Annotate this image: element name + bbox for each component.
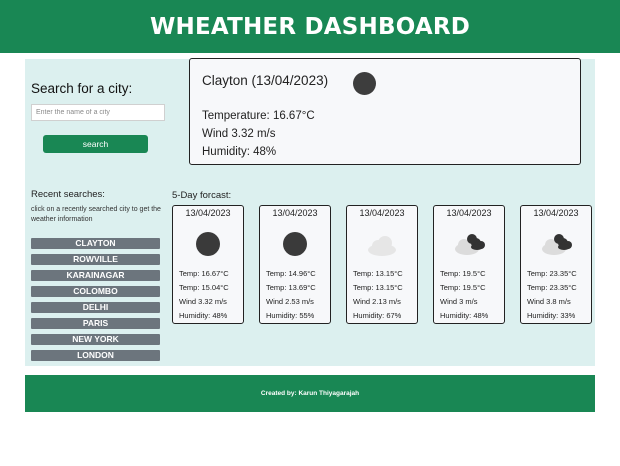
search-title: Search for a city: bbox=[31, 81, 133, 96]
forecast-temp-2: Temp: 15.04°C bbox=[179, 283, 229, 292]
dark-circle-icon bbox=[196, 232, 220, 256]
recent-searches-title: Recent searches: bbox=[31, 189, 105, 200]
forecast-card: 13/04/2023 Temp: 23.35°C Temp: 23.35°C W… bbox=[520, 205, 592, 324]
footer-credit: Created by: Karun Thiyagarajah bbox=[260, 390, 360, 397]
forecast-card: 13/04/2023 Temp: 16.67°C Temp: 15.04°C W… bbox=[172, 205, 244, 324]
current-humidity: Humidity: 48% bbox=[202, 146, 277, 158]
forecast-wind: Wind 3 m/s bbox=[440, 297, 478, 306]
recent-searches-hint: click on a recently searched city to get… bbox=[31, 206, 161, 221]
app-header: WHEATHER DASHBOARD bbox=[0, 0, 620, 53]
dark-circle-icon bbox=[283, 232, 307, 256]
search-button[interactable]: search bbox=[43, 135, 148, 153]
recent-city-button[interactable]: ROWVILLE bbox=[31, 254, 160, 265]
broken-clouds-icon bbox=[455, 234, 485, 255]
current-wind: Wind 3.32 m/s bbox=[202, 128, 276, 140]
recent-city-button[interactable]: PARIS bbox=[31, 318, 160, 329]
current-weather-card: Clayton (13/04/2023) Temperature: 16.67°… bbox=[189, 58, 581, 165]
forecast-temp: Temp: 14.96°C bbox=[266, 269, 316, 278]
dark-circle-icon bbox=[353, 72, 376, 95]
footer: Created by: Karun Thiyagarajah bbox=[25, 375, 595, 412]
forecast-date: 13/04/2023 bbox=[272, 208, 318, 218]
forecast-temp: Temp: 13.15°C bbox=[353, 269, 403, 278]
light-cloud-icon bbox=[368, 236, 396, 256]
search-panel: Search for a city: search bbox=[31, 81, 166, 153]
forecast-date: 13/04/2023 bbox=[185, 208, 231, 218]
forecast-humidity: Humidity: 67% bbox=[353, 311, 402, 320]
recent-searches: Recent searches: click on a recently sea… bbox=[31, 189, 161, 361]
current-temperature: Temperature: 16.67°C bbox=[202, 110, 315, 122]
page-title: WHEATHER DASHBOARD bbox=[149, 13, 471, 40]
forecast-date: 13/04/2023 bbox=[446, 208, 492, 218]
forecast-wind: Wind 3.8 m/s bbox=[527, 297, 571, 306]
current-city-title: Clayton (13/04/2023) bbox=[202, 73, 329, 88]
forecast-temp-2: Temp: 13.69°C bbox=[266, 283, 316, 292]
broken-clouds-icon bbox=[542, 234, 572, 255]
recent-city-button[interactable]: LONDON bbox=[31, 350, 160, 361]
forecast-temp: Temp: 19.5°C bbox=[440, 269, 486, 278]
recent-city-button[interactable]: DELHI bbox=[31, 302, 160, 313]
recent-city-button[interactable]: COLOMBO bbox=[31, 286, 160, 297]
forecast-humidity: Humidity: 48% bbox=[440, 311, 489, 320]
recent-city-button[interactable]: NEW YORK bbox=[31, 334, 160, 345]
forecast-title: 5-Day forcast: bbox=[172, 190, 232, 201]
forecast-date: 13/04/2023 bbox=[533, 208, 579, 218]
forecast-temp-2: Temp: 19.5°C bbox=[440, 283, 486, 292]
forecast-wind: Wind 2.13 m/s bbox=[353, 297, 401, 306]
recent-city-button[interactable]: CLAYTON bbox=[31, 238, 160, 249]
main-panel: Search for a city: search Clayton (13/04… bbox=[25, 58, 595, 366]
forecast-card: 13/04/2023 Temp: 13.15°C Temp: 13.15°C W… bbox=[346, 205, 418, 324]
forecast-wind: Wind 2.53 m/s bbox=[266, 297, 314, 306]
forecast-humidity: Humidity: 48% bbox=[179, 311, 228, 320]
city-search-input[interactable] bbox=[31, 104, 165, 121]
forecast-date: 13/04/2023 bbox=[359, 208, 405, 218]
forecast-card: 13/04/2023 Temp: 19.5°C Temp: 19.5°C Win… bbox=[433, 205, 505, 324]
forecast-humidity: Humidity: 33% bbox=[527, 311, 576, 320]
forecast-wind: Wind 3.32 m/s bbox=[179, 297, 227, 306]
forecast-temp-2: Temp: 13.15°C bbox=[353, 283, 403, 292]
forecast-humidity: Humidity: 55% bbox=[266, 311, 315, 320]
forecast-temp: Temp: 23.35°C bbox=[527, 269, 577, 278]
forecast-temp-2: Temp: 23.35°C bbox=[527, 283, 577, 292]
forecast-temp: Temp: 16.67°C bbox=[179, 269, 229, 278]
forecast-card: 13/04/2023 Temp: 14.96°C Temp: 13.69°C W… bbox=[259, 205, 331, 324]
recent-city-button[interactable]: KARAINAGAR bbox=[31, 270, 160, 281]
